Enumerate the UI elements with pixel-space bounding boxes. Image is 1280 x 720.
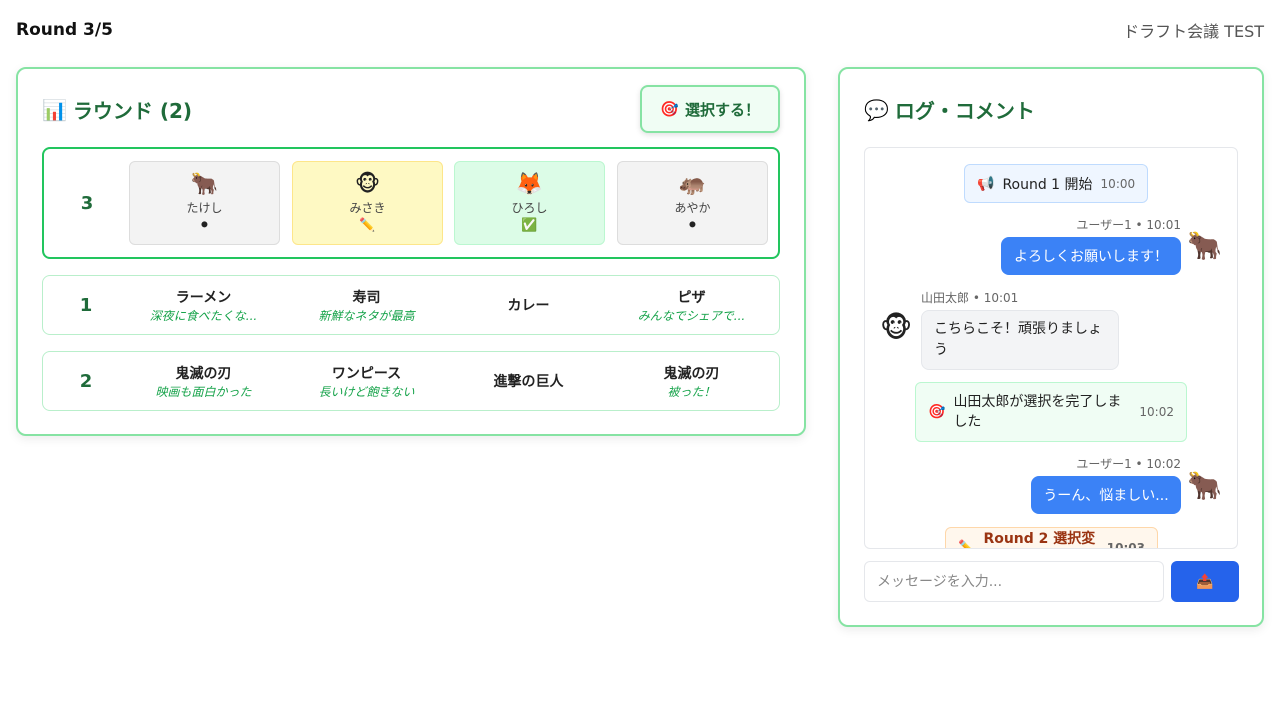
- app-title: ドラフト会議 TEST: [1123, 22, 1264, 41]
- editing-status-icon: ✏️: [359, 217, 376, 233]
- round-row: 1 ラーメン 深夜に食べたくな... 寿司 新鮮なネタが最高 カレー ピザ みん…: [42, 275, 780, 335]
- system-message: 🎯 山田太郎が選択を完了しました 10:02: [915, 382, 1187, 442]
- current-round-row: 3 🐂 たけし ⚫ 🐵 みさき ✏️ 🦊 ひろし ✅ 🦛 あやか ⚫: [42, 147, 780, 259]
- system-message-text: Round 1 開始: [1002, 176, 1093, 193]
- system-message: ✏️ Round 2 選択変更 10:03: [945, 527, 1158, 549]
- player-card: 🦛 あやか ⚫: [617, 161, 768, 245]
- pick-cell: 進撃の巨人: [447, 352, 610, 410]
- select-button[interactable]: 🎯 選択する！: [640, 85, 780, 133]
- pick-title: 進撃の巨人: [493, 374, 564, 390]
- message-meta: ユーザー1 • 10:01: [1076, 218, 1181, 232]
- pick-title: カレー: [507, 298, 550, 314]
- chat-log[interactable]: 📢 Round 1 開始 10:00 ユーザー1 • 10:01 よろしくお願い…: [864, 147, 1238, 549]
- speech-bubble-icon: 💬: [864, 97, 889, 122]
- monkey-icon: 🐵: [354, 171, 381, 197]
- fox-icon: 🦊: [515, 171, 544, 197]
- pick-cell: 寿司 新鮮なネタが最高: [285, 276, 448, 334]
- megaphone-icon: 📢: [977, 175, 995, 192]
- player-card: 🐂 たけし ⚫: [129, 161, 280, 245]
- pick-comment: 長いけど飽きない: [318, 384, 415, 399]
- pick-comment: 被った！: [667, 384, 716, 399]
- message-time: 10:02: [1139, 405, 1174, 419]
- ox-avatar-icon: 🐂: [1187, 469, 1222, 502]
- pick-cell: ワンピース 長いけど飽きない: [285, 352, 448, 410]
- system-message-text: Round 2 選択変更: [983, 531, 1096, 547]
- player-card: 🐵 みさき ✏️: [292, 161, 443, 245]
- pick-cell: ラーメン 深夜に食べたくな...: [122, 276, 285, 334]
- rounds-panel-title: ラウンド (2): [72, 99, 193, 123]
- pick-title: 寿司: [352, 289, 381, 306]
- own-message-bubble: うーん、悩ましい...: [1031, 476, 1181, 514]
- hippo-icon: 🦛: [678, 171, 707, 197]
- rounds-panel-header: 📊 ラウンド (2): [42, 95, 192, 124]
- ox-icon: 🐂: [190, 171, 219, 197]
- pick-title: ピザ: [677, 289, 706, 306]
- player-name: あやか: [674, 200, 711, 215]
- send-icon: 📤: [1196, 573, 1214, 589]
- system-message: 📢 Round 1 開始 10:00: [964, 164, 1149, 203]
- done-status-icon: ✅: [521, 217, 538, 233]
- pending-status-icon: ⚫: [199, 217, 210, 233]
- rounds-panel: 📊 ラウンド (2) 🎯 選択する！ 3 🐂 たけし ⚫ 🐵 みさき ✏️ 🦊 …: [16, 67, 806, 436]
- pick-comment: 新鮮なネタが最高: [318, 308, 415, 323]
- system-message-text: 山田太郎が選択を完了しました: [953, 394, 1122, 430]
- pick-title: ワンピース: [331, 365, 402, 382]
- round-number: 2: [79, 370, 93, 392]
- chart-icon: 📊: [42, 97, 67, 122]
- pick-cell: ピザ みんなでシェアで...: [610, 276, 773, 334]
- player-name: ひろし: [511, 200, 548, 215]
- round-indicator: Round 3/5: [16, 20, 113, 40]
- pick-cell: 鬼滅の刃 被った！: [610, 352, 773, 410]
- player-name: みさき: [349, 200, 386, 215]
- chat-panel: 💬 ログ・コメント 📢 Round 1 開始 10:00 ユーザー1 • 10:…: [838, 67, 1264, 627]
- message-meta: 山田太郎 • 10:01: [921, 291, 1019, 305]
- pick-title: 鬼滅の刃: [175, 365, 232, 382]
- round-number: 1: [79, 294, 93, 316]
- send-button[interactable]: 📤: [1171, 561, 1239, 602]
- pick-comment: 深夜に食べたくな...: [149, 308, 258, 323]
- pick-title: 鬼滅の刃: [663, 365, 720, 382]
- pick-comment: 映画も面白かった: [155, 384, 252, 399]
- chat-panel-title: ログ・コメント: [894, 99, 1035, 123]
- message-input[interactable]: [864, 561, 1164, 602]
- own-message-bubble: よろしくお願いします！: [1001, 237, 1181, 275]
- round-row: 2 鬼滅の刃 映画も面白かった ワンピース 長いけど飽きない 進撃の巨人 鬼滅の…: [42, 351, 780, 411]
- top-bar: Round 3/5 ドラフト会議 TEST: [16, 18, 1264, 42]
- message-time: 10:03: [1106, 541, 1145, 549]
- pencil-icon: ✏️: [958, 540, 976, 549]
- message-time: 10:00: [1100, 176, 1136, 191]
- pending-status-icon: ⚫: [687, 217, 698, 233]
- target-icon: 🎯: [660, 101, 679, 118]
- chat-panel-header: 💬 ログ・コメント: [864, 95, 1035, 124]
- player-card: 🦊 ひろし ✅: [454, 161, 605, 245]
- monkey-avatar-icon: 🐵: [879, 311, 913, 344]
- message-meta: ユーザー1 • 10:02: [1076, 457, 1181, 471]
- other-message-bubble: こちらこそ！頑張りましょう: [921, 310, 1119, 370]
- pick-cell: 鬼滅の刃 映画も面白かった: [122, 352, 285, 410]
- pick-cell: カレー: [447, 276, 610, 334]
- ox-avatar-icon: 🐂: [1187, 229, 1222, 262]
- player-name: たけし: [186, 200, 223, 215]
- pick-title: ラーメン: [175, 289, 232, 306]
- pick-comment: みんなでシェアで...: [637, 308, 746, 323]
- select-button-label: 選択する！: [684, 101, 760, 119]
- target-icon: 🎯: [928, 404, 946, 420]
- round-number: 3: [80, 192, 94, 214]
